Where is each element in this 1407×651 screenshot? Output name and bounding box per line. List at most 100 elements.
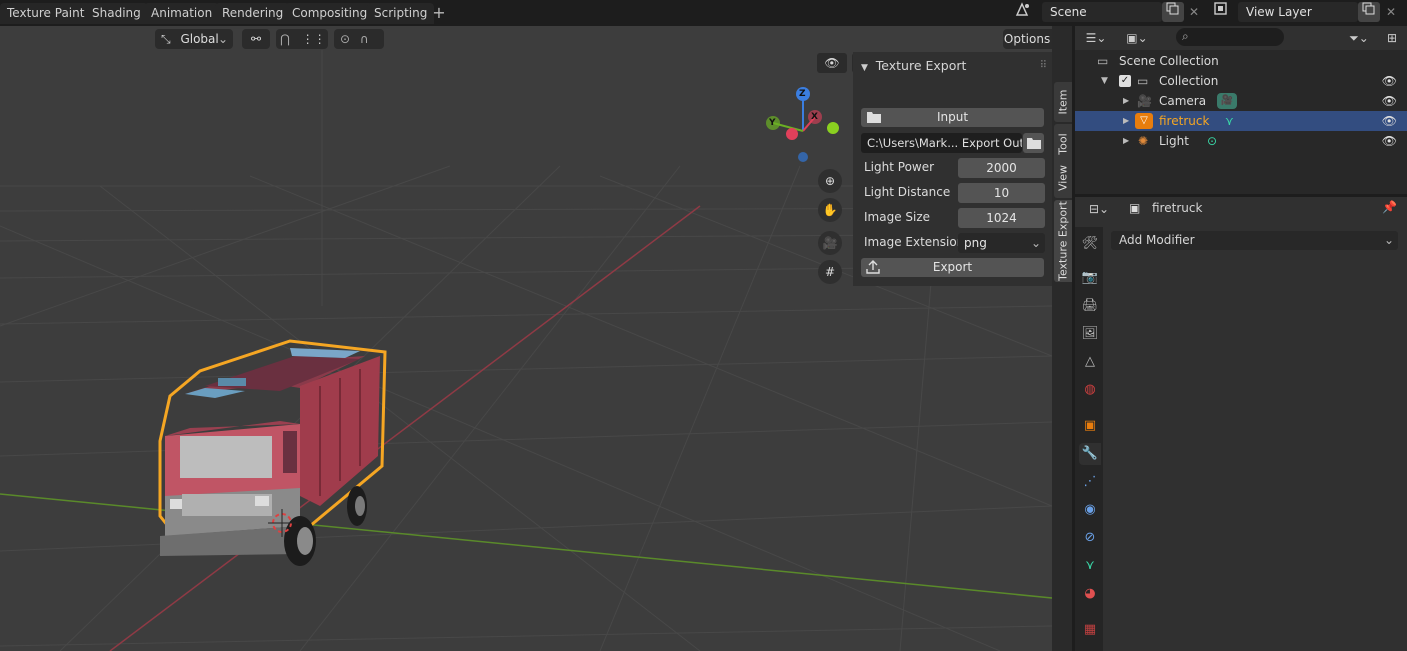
export-icon — [866, 258, 880, 280]
zoom-icon[interactable]: ⊕ — [818, 169, 842, 193]
light-power-row: Light Power 2000 — [861, 158, 1045, 178]
eye-icon[interactable]: 👁 — [1382, 91, 1397, 111]
transform-orientation-icon: ⤡ — [161, 32, 171, 46]
light-distance-label: Light Distance — [864, 185, 951, 199]
export-label: Export — [932, 260, 973, 274]
pin-icon[interactable]: 📌 — [1382, 200, 1397, 214]
tab-item-label: Item — [1056, 89, 1070, 115]
outliner-header: ☰⌄ ▣⌄ ⌕ ⏷⌄ ⊞ — [1075, 26, 1407, 50]
add-modifier-dropdown[interactable]: Add Modifier ⌄ — [1111, 231, 1398, 250]
eye-icon[interactable]: 👁 — [1382, 131, 1397, 151]
object-props-icon[interactable]: ▣ — [1079, 415, 1101, 437]
image-size-label: Image Size — [864, 210, 931, 224]
constraints-icon[interactable]: ⊘ — [1079, 527, 1101, 549]
copy-view-layer-icon[interactable] — [1358, 2, 1380, 22]
outliner-item-firetruck[interactable]: ▶ ▽ firetruck ⋎ 👁 — [1075, 111, 1407, 131]
scene-collection-row[interactable]: ▭ Scene Collection — [1075, 51, 1407, 71]
scene-name-field[interactable]: Scene — [1042, 2, 1162, 22]
tab-shading[interactable]: Shading — [85, 3, 148, 24]
output-path-field[interactable]: C:\Users\Mark... Export Output — [861, 133, 1022, 153]
eye-icon[interactable]: 👁 — [1382, 111, 1397, 131]
input-button[interactable]: Input — [861, 108, 1044, 127]
modifier-wrench-icon[interactable]: 🔧 — [1079, 443, 1101, 465]
tab-texture-export[interactable]: Texture Export — [1054, 200, 1072, 282]
visibility-dropdown[interactable]: 👁 — [817, 53, 847, 73]
light-power-field[interactable]: 2000 — [958, 158, 1045, 178]
mesh-data-icon[interactable]: ⋎ — [1225, 111, 1234, 131]
output-icon[interactable]: 🖨 — [1079, 295, 1101, 317]
view-layer-icon[interactable] — [1210, 1, 1232, 21]
expand-triangle-icon[interactable]: ▼ — [1101, 71, 1108, 91]
browse-folder-icon[interactable] — [1023, 133, 1044, 153]
options-dropdown[interactable]: Options ⌄ — [1003, 29, 1052, 49]
chevron-down-icon: ⌄ — [1030, 236, 1041, 250]
scene-collection-label: Scene Collection — [1119, 54, 1219, 68]
display-mode-icon[interactable]: ▣⌄ — [1123, 28, 1151, 48]
tab-item[interactable]: Item — [1054, 82, 1072, 122]
add-workspace-button[interactable]: + — [431, 4, 447, 22]
viewport-header: ⤡ Global ⌄ ⚯ ⋂ ⋮⋮ ⊙ ∩ Options ⌄ — [0, 26, 1052, 50]
light-data-icon[interactable]: ⊙ — [1207, 131, 1217, 151]
workspace-bar: Texture Paint Shading Animation Renderin… — [0, 0, 1407, 26]
image-size-field[interactable]: 1024 — [958, 208, 1045, 228]
tab-scripting[interactable]: Scripting — [367, 3, 435, 24]
input-label: Input — [936, 110, 969, 124]
options-label: Options — [1003, 32, 1051, 46]
pan-hand-icon[interactable]: ✋ — [818, 198, 842, 222]
tool-settings-icon[interactable]: 🛠 — [1079, 233, 1101, 255]
properties-header: ⊟⌄ ▣ firetruck 📌 — [1075, 197, 1407, 221]
editor-type-icon[interactable]: ☰⌄ — [1085, 28, 1107, 48]
view-layer-field[interactable]: View Layer — [1238, 2, 1358, 22]
tab-rendering[interactable]: Rendering — [215, 3, 291, 24]
export-button[interactable]: Export — [861, 258, 1044, 277]
orientation-dropdown[interactable]: ⤡ Global ⌄ — [155, 29, 233, 49]
tab-animation[interactable]: Animation — [144, 3, 220, 24]
expand-triangle-icon[interactable]: ▶ — [1123, 131, 1129, 151]
camera-data-icon[interactable]: 🎥 — [1217, 93, 1237, 109]
new-collection-icon[interactable]: ⊞ — [1381, 28, 1403, 48]
image-extension-dropdown[interactable]: png ⌄ — [958, 233, 1045, 253]
collection-checkbox[interactable]: ✓ — [1119, 75, 1131, 87]
close-scene-icon[interactable]: ✕ — [1183, 2, 1205, 22]
eye-icon[interactable]: 👁 — [1382, 71, 1397, 91]
snap-toggle[interactable]: ⋂ ⋮⋮ — [276, 29, 328, 49]
tab-compositing[interactable]: Compositing — [285, 3, 375, 24]
pivot-point-dropdown[interactable]: ⚯ — [242, 29, 270, 49]
material-icon[interactable]: ◕ — [1079, 583, 1101, 605]
tab-tool-label: Tool — [1056, 133, 1070, 155]
expand-triangle-icon[interactable]: ▶ — [1123, 111, 1129, 131]
tab-view[interactable]: View — [1054, 158, 1072, 198]
firetruck-label: firetruck — [1159, 114, 1210, 128]
outliner-item-camera[interactable]: ▶ 🎥 Camera 🎥 👁 — [1075, 91, 1407, 111]
world-icon[interactable]: ◍ — [1079, 379, 1101, 401]
tab-texture-paint[interactable]: Texture Paint — [0, 3, 92, 24]
expand-triangle-icon[interactable]: ▶ — [1123, 91, 1129, 111]
falloff-icon: ∩ — [359, 32, 369, 46]
physics-icon[interactable]: ◉ — [1079, 499, 1101, 521]
perspective-grid-icon[interactable]: # — [818, 260, 842, 284]
scene-props-icon[interactable]: △ — [1079, 351, 1101, 373]
proportional-edit-toggle[interactable]: ⊙ ∩ — [334, 29, 384, 49]
particles-icon[interactable]: ⋰ — [1079, 471, 1101, 493]
camera-icon: 🎥 — [1137, 94, 1152, 108]
outliner-item-light[interactable]: ▶ ✺ Light ⊙ 👁 — [1075, 131, 1407, 151]
collection-row[interactable]: ▼ ✓ ▭ Collection 👁 — [1075, 71, 1407, 91]
outliner-search-input[interactable]: ⌕ — [1176, 28, 1284, 46]
object-data-icon[interactable]: ⋎ — [1079, 555, 1101, 577]
panel-title: Texture Export — [875, 58, 967, 73]
camera-view-icon[interactable]: 🎥 — [818, 231, 842, 255]
drag-handle-icon[interactable]: ⠿ — [1040, 56, 1047, 76]
scene-icon[interactable] — [1012, 1, 1034, 21]
light-power-label: Light Power — [864, 160, 935, 174]
view-layer-props-icon[interactable]: 🖼 — [1079, 323, 1101, 345]
filter-icon[interactable]: ⏷⌄ — [1345, 28, 1373, 48]
tab-texture-export-label: Texture Export — [1056, 201, 1070, 281]
panel-header[interactable]: ▼ Texture Export ⠿ — [861, 56, 1051, 76]
texture-icon[interactable]: ▦ — [1079, 619, 1101, 641]
texture-export-panel: ▼ Texture Export ⠿ Input C:\Users\Mark..… — [853, 52, 1053, 286]
close-view-layer-icon[interactable]: ✕ — [1380, 2, 1402, 22]
editor-type-icon[interactable]: ⊟⌄ — [1085, 199, 1113, 219]
light-distance-field[interactable]: 10 — [958, 183, 1045, 203]
render-icon[interactable]: 📷 — [1079, 267, 1101, 289]
copy-scene-icon[interactable] — [1162, 2, 1184, 22]
